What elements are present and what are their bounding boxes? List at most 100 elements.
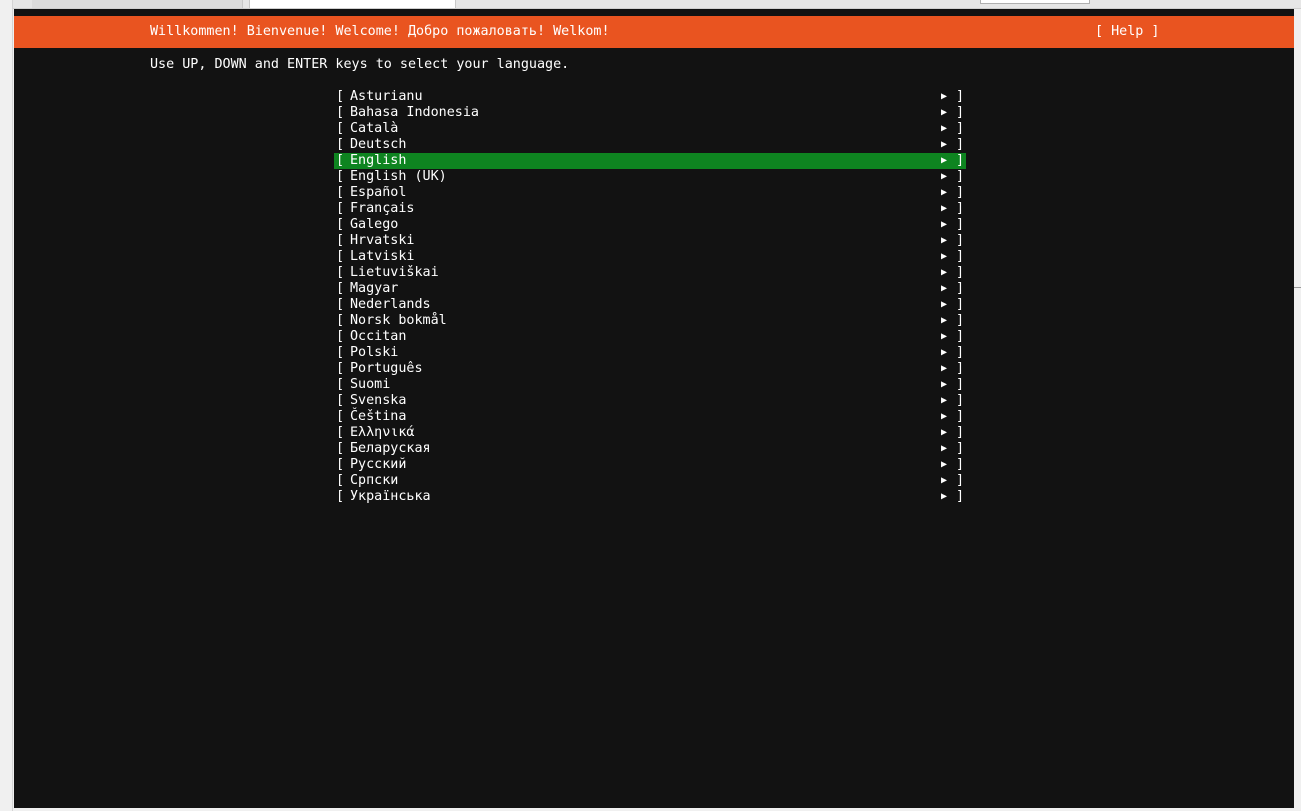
language-label: Lietuviškai — [350, 265, 439, 280]
language-option[interactable]: [ Беларуская ▶] — [334, 441, 966, 457]
host-popup-edge — [980, 0, 1090, 4]
bracket-close: ] — [956, 233, 965, 248]
submenu-arrow-icon: ▶ — [941, 251, 948, 262]
submenu-arrow-icon: ▶ — [941, 91, 948, 102]
bracket-open: [ — [336, 361, 345, 376]
language-option[interactable]: [Català ▶] — [334, 121, 966, 137]
bracket-open: [ — [336, 441, 345, 456]
submenu-arrow-icon: ▶ — [941, 491, 948, 502]
language-label: Hrvatski — [350, 233, 415, 248]
bracket-open: [ — [336, 137, 345, 152]
bracket-open: [ — [336, 201, 345, 216]
bracket-close: ] — [956, 89, 965, 104]
language-option[interactable]: [Galego ▶] — [334, 217, 966, 233]
bracket-close: ] — [956, 105, 965, 120]
submenu-arrow-icon: ▶ — [941, 331, 948, 342]
bracket-open: [ — [336, 121, 345, 136]
host-tab-active[interactable] — [249, 0, 456, 8]
help-button[interactable]: [ Help ] — [1095, 24, 1160, 40]
language-option[interactable]: [Bahasa Indonesia ▶] — [334, 105, 966, 121]
bracket-close: ] — [956, 313, 965, 328]
bracket-open: [ — [336, 185, 345, 200]
language-label: Norsk bokmål — [350, 313, 447, 328]
language-option[interactable]: [Lietuviškai ▶] — [334, 265, 966, 281]
submenu-arrow-icon: ▶ — [941, 283, 948, 294]
bracket-close: ] — [956, 185, 965, 200]
language-option[interactable]: [Deutsch ▶] — [334, 137, 966, 153]
language-option[interactable]: [Polski ▶] — [334, 345, 966, 361]
bracket-open: [ — [336, 281, 345, 296]
submenu-arrow-icon: ▶ — [941, 107, 948, 118]
submenu-arrow-icon: ▶ — [941, 123, 948, 134]
host-tab[interactable] — [32, 0, 243, 8]
bracket-open: [ — [336, 265, 345, 280]
language-option[interactable]: [Français ▶] — [334, 201, 966, 217]
bracket-close: ] — [956, 169, 965, 184]
bracket-close: ] — [956, 409, 965, 424]
language-label: Nederlands — [350, 297, 431, 312]
welcome-title: Willkommen! Bienvenue! Welcome! Добро по… — [150, 24, 610, 39]
language-option[interactable]: [Occitan ▶] — [334, 329, 966, 345]
language-label: Galego — [350, 217, 399, 232]
submenu-arrow-icon: ▶ — [941, 475, 948, 486]
bracket-open: [ — [336, 297, 345, 312]
language-label: English — [350, 153, 407, 168]
bracket-close: ] — [956, 377, 965, 392]
bracket-close: ] — [956, 137, 965, 152]
language-option[interactable]: [Српски ▶] — [334, 473, 966, 489]
submenu-arrow-icon: ▶ — [941, 395, 948, 406]
language-option[interactable]: [Українська ▶] — [334, 489, 966, 505]
language-option[interactable]: [ Asturianu ▶] — [334, 89, 966, 105]
bracket-open: [ — [336, 169, 345, 184]
language-label: Català — [350, 121, 399, 136]
bracket-close: ] — [956, 297, 965, 312]
bracket-close: ] — [956, 329, 965, 344]
host-tab-strip — [12, 0, 1301, 9]
submenu-arrow-icon: ▶ — [941, 315, 948, 326]
language-label: Latviski — [350, 249, 415, 264]
language-option[interactable]: [Русский ▶] — [334, 457, 966, 473]
bracket-open: [ — [336, 329, 345, 344]
language-label: Српски — [350, 473, 399, 488]
submenu-arrow-icon: ▶ — [941, 363, 948, 374]
submenu-arrow-icon: ▶ — [941, 459, 948, 470]
language-label: Polski — [350, 345, 399, 360]
submenu-arrow-icon: ▶ — [941, 411, 948, 422]
submenu-arrow-icon: ▶ — [941, 379, 948, 390]
language-label: Asturianu — [350, 89, 423, 104]
submenu-arrow-icon: ▶ — [941, 347, 948, 358]
language-option[interactable]: [Suomi ▶] — [334, 377, 966, 393]
language-label: Беларуская — [350, 441, 431, 456]
language-option[interactable]: [English (UK) ▶] — [334, 169, 966, 185]
bracket-open: [ — [336, 473, 345, 488]
language-option[interactable]: [Nederlands ▶] — [334, 297, 966, 313]
submenu-arrow-icon: ▶ — [941, 443, 948, 454]
bracket-close: ] — [956, 361, 965, 376]
submenu-arrow-icon: ▶ — [941, 155, 948, 166]
language-option[interactable]: [ Español ▶] — [334, 185, 966, 201]
submenu-arrow-icon: ▶ — [941, 219, 948, 230]
bracket-open: [ — [336, 89, 345, 104]
installer-terminal: Willkommen! Bienvenue! Welcome! Добро по… — [14, 9, 1294, 808]
bracket-open: [ — [336, 313, 345, 328]
bracket-close: ] — [956, 441, 965, 456]
language-option[interactable]: [Magyar ▶] — [334, 281, 966, 297]
language-option[interactable]: [Svenska ▶] — [334, 393, 966, 409]
language-option[interactable]: [Ελληνικά ▶] — [334, 425, 966, 441]
submenu-arrow-icon: ▶ — [941, 187, 948, 198]
language-option[interactable]: [Hrvatski ▶] — [334, 233, 966, 249]
bracket-close: ] — [956, 457, 965, 472]
bracket-open: [ — [336, 233, 345, 248]
language-option[interactable]: [ Norsk bokmål ▶] — [334, 313, 966, 329]
language-option[interactable]: [English ▶] — [334, 153, 966, 169]
language-option[interactable]: [Latviski ▶] — [334, 249, 966, 265]
language-label: Español — [350, 185, 407, 200]
submenu-arrow-icon: ▶ — [941, 427, 948, 438]
bracket-open: [ — [336, 489, 345, 504]
submenu-arrow-icon: ▶ — [941, 203, 948, 214]
language-label: Deutsch — [350, 137, 407, 152]
bracket-open: [ — [336, 345, 345, 360]
language-option[interactable]: [Čeština ▶] — [334, 409, 966, 425]
language-option[interactable]: [Português ▶] — [334, 361, 966, 377]
language-label: Ελληνικά — [350, 425, 415, 440]
